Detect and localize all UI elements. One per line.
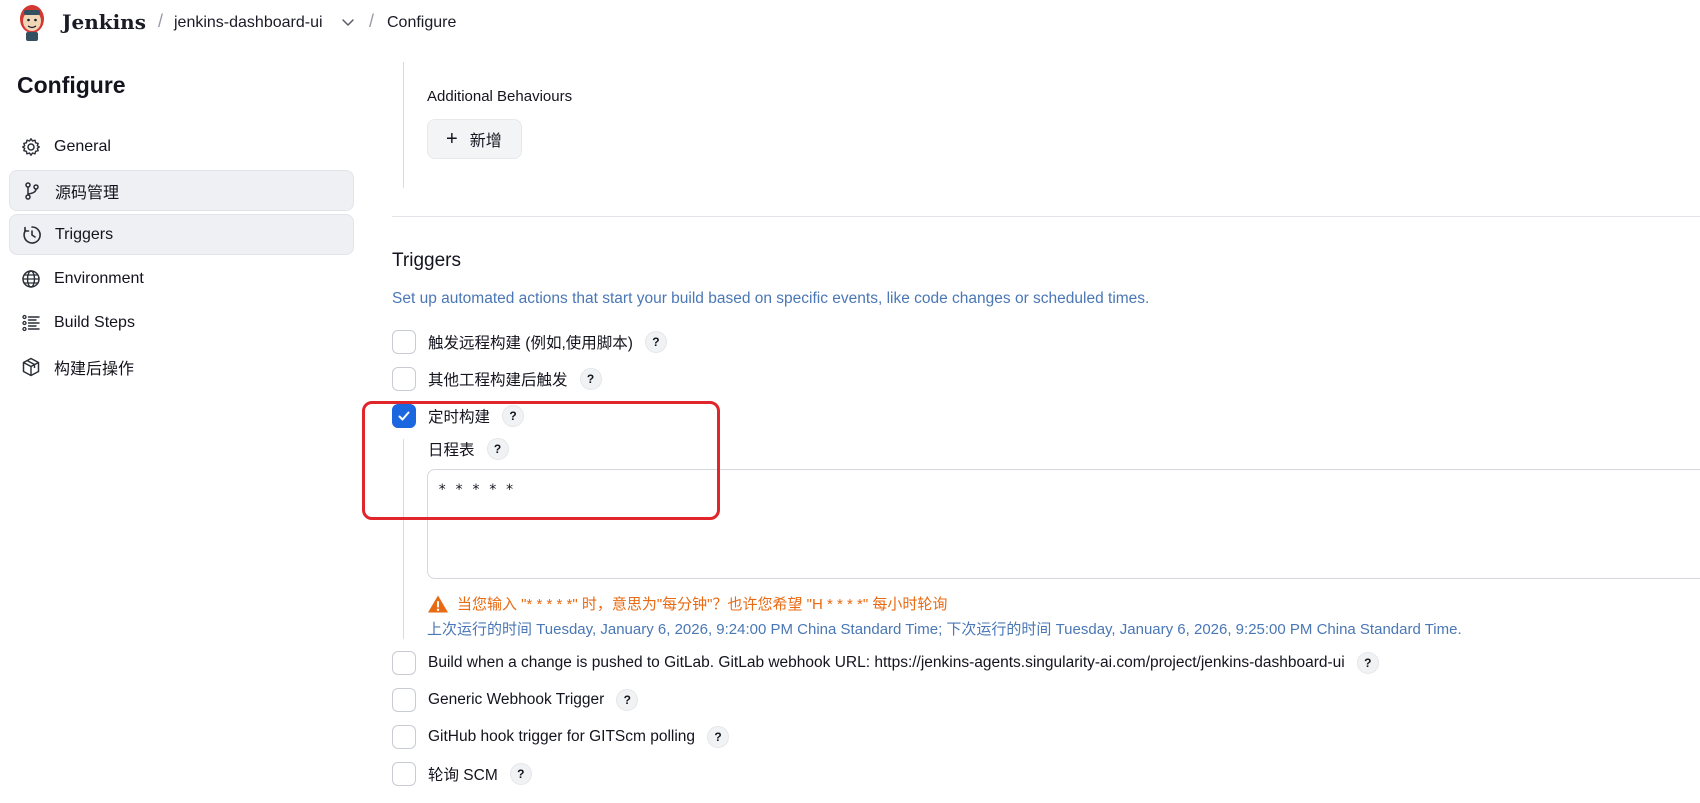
trigger-periodic-build-label[interactable]: 定时构建 — [428, 405, 490, 427]
sidebar-item-build-steps[interactable]: Build Steps — [9, 302, 354, 343]
trigger-poll-scm-label[interactable]: 轮询 SCM — [428, 763, 498, 785]
add-button-label: 新增 — [469, 133, 502, 150]
add-behaviour-button[interactable]: + 新增 — [427, 119, 522, 159]
help-icon[interactable]: ? — [579, 368, 602, 390]
trigger-remote-build-checkbox[interactable] — [392, 330, 416, 354]
trigger-poll-scm-checkbox[interactable] — [392, 762, 416, 786]
section-divider — [392, 216, 1700, 217]
trigger-periodic-build: 定时构建 ? — [392, 403, 525, 429]
help-icon[interactable]: ? — [486, 438, 509, 460]
sidebar-item-environment[interactable]: Environment — [9, 258, 354, 299]
triggers-section-description: Set up automated actions that start your… — [392, 290, 1150, 307]
trigger-gitlab-push-label[interactable]: Build when a change is pushed to GitLab.… — [428, 654, 1345, 672]
sidebar-item-label: Triggers — [55, 225, 114, 243]
plus-icon: + — [446, 128, 458, 150]
help-icon[interactable]: ? — [616, 689, 639, 711]
schedule-textarea[interactable]: * * * * * — [427, 469, 1700, 579]
trigger-after-other-projects-checkbox[interactable] — [392, 367, 416, 391]
sidebar-item-label: 构建后操作 — [54, 360, 135, 378]
trigger-github-hook-label[interactable]: GitHub hook trigger for GITScm polling — [428, 728, 695, 746]
schedule-label: 日程表 — [428, 442, 475, 459]
help-icon[interactable]: ? — [1356, 652, 1379, 674]
top-header: Jenkins / jenkins-dashboard-ui / Configu… — [0, 0, 1700, 48]
help-icon[interactable]: ? — [644, 331, 667, 353]
sidebar-item-label: 源码管理 — [55, 184, 120, 202]
help-icon[interactable]: ? — [707, 726, 730, 748]
trigger-gitlab-push: Build when a change is pushed to GitLab.… — [392, 650, 1379, 676]
trigger-generic-webhook-label[interactable]: Generic Webhook Trigger — [428, 691, 604, 709]
jenkins-logo-icon[interactable] — [17, 2, 47, 42]
trigger-github-hook: GitHub hook trigger for GITScm polling ? — [392, 724, 730, 750]
trigger-periodic-build-checkbox[interactable] — [392, 404, 416, 428]
breadcrumb-configure[interactable]: Configure — [387, 14, 456, 32]
trigger-after-other-projects-label[interactable]: 其他工程构建后触发 — [428, 368, 568, 390]
trigger-gitlab-push-checkbox[interactable] — [392, 651, 416, 675]
trigger-remote-build-label[interactable]: 触发远程构建 (例如,使用脚本) — [428, 331, 633, 353]
breadcrumb-separator: / — [158, 11, 164, 31]
help-icon[interactable]: ? — [509, 763, 532, 785]
schedule-warning: 当您输入 "* * * * *" 时，意思为"每分钟"？也许您希望 "H * *… — [427, 593, 947, 614]
gear-icon — [21, 137, 41, 157]
trigger-github-hook-checkbox[interactable] — [392, 725, 416, 749]
sidebar-item-label: Build Steps — [54, 313, 135, 331]
breadcrumb-project[interactable]: jenkins-dashboard-ui — [174, 14, 323, 32]
sidebar-item-general[interactable]: General — [9, 126, 354, 167]
sidebar-item-label: Environment — [54, 269, 144, 287]
sidebar-item-label: General — [54, 137, 111, 155]
trigger-generic-webhook-checkbox[interactable] — [392, 688, 416, 712]
additional-behaviours-label: Additional Behaviours — [427, 88, 573, 105]
trigger-remote-build: 触发远程构建 (例如,使用脚本) ? — [392, 329, 667, 355]
warning-icon — [428, 595, 448, 612]
checkmark-icon — [398, 411, 410, 421]
schedule-run-times: 上次运行的时间 Tuesday, January 6, 2026, 9:24:0… — [427, 621, 1462, 638]
help-icon[interactable]: ? — [502, 405, 525, 427]
subsection-indent-line — [403, 439, 404, 639]
clock-icon — [22, 225, 42, 245]
package-icon — [21, 357, 41, 377]
trigger-generic-webhook: Generic Webhook Trigger ? — [392, 687, 639, 713]
sidebar-item-triggers[interactable]: Triggers — [9, 214, 354, 255]
page-title: Configure — [17, 72, 126, 98]
list-icon — [21, 313, 41, 333]
branch-icon — [22, 181, 42, 201]
trigger-poll-scm: 轮询 SCM ? — [392, 761, 532, 787]
breadcrumb-separator: / — [369, 11, 375, 31]
section-indent-line — [403, 62, 404, 188]
schedule-warning-text: 当您输入 "* * * * *" 时，意思为"每分钟"？也许您希望 "H * *… — [457, 596, 948, 613]
schedule-field: 日程表 ? — [428, 438, 509, 460]
globe-icon — [21, 269, 41, 289]
triggers-section-title: Triggers — [392, 250, 461, 271]
trigger-after-other-projects: 其他工程构建后触发 ? — [392, 366, 602, 392]
sidebar-item-post-build[interactable]: 构建后操作 — [9, 346, 354, 387]
brand-name[interactable]: Jenkins — [62, 10, 146, 34]
chevron-down-icon[interactable] — [341, 15, 355, 29]
sidebar-item-scm[interactable]: 源码管理 — [9, 170, 354, 211]
